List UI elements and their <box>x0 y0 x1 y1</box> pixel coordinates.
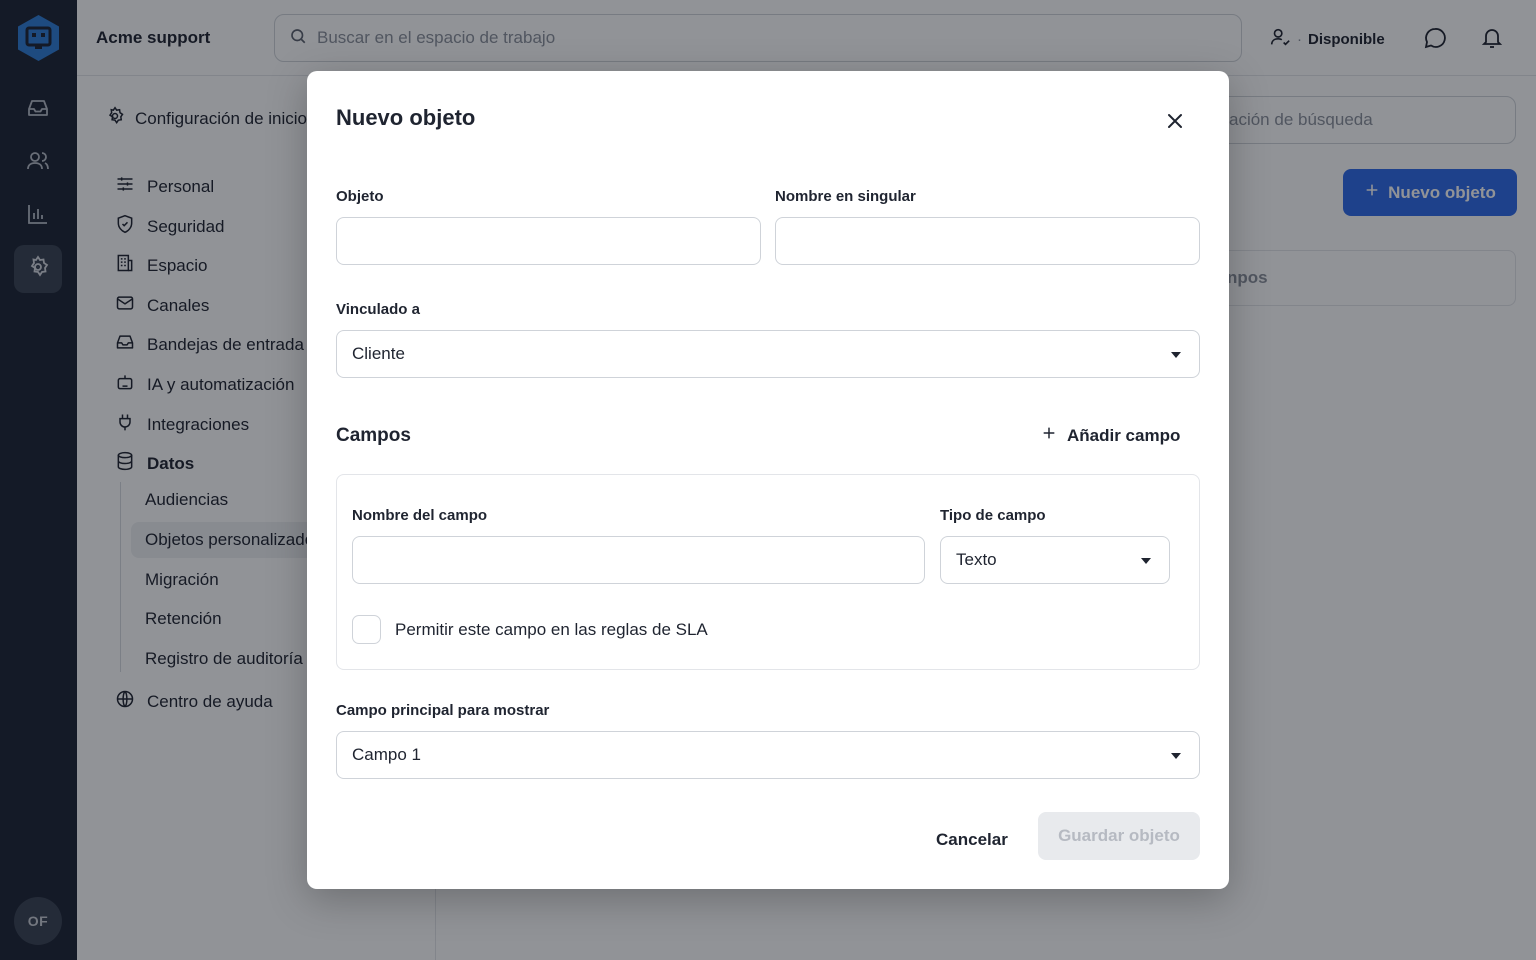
field-name-label: Nombre del campo <box>352 507 488 524</box>
caret-down-icon <box>1171 753 1181 759</box>
field-type-label: Tipo de campo <box>940 507 1046 524</box>
cancel-button[interactable]: Cancelar <box>922 826 1022 854</box>
field-type-value: Texto <box>956 550 997 569</box>
linked-to-select[interactable]: Cliente <box>336 330 1200 378</box>
sla-checkbox[interactable] <box>352 615 381 644</box>
object-label: Objeto <box>336 188 384 205</box>
field-card: Nombre del campo Tipo de campo Texto Per… <box>336 474 1200 670</box>
fields-section-title: Campos <box>336 425 411 446</box>
add-field-button[interactable]: Añadir campo <box>1041 425 1180 446</box>
linked-to-value: Cliente <box>352 344 405 363</box>
primary-field-value: Campo 1 <box>352 745 421 764</box>
primary-field-label: Campo principal para mostrar <box>336 702 550 719</box>
singular-name-input[interactable] <box>775 217 1200 265</box>
save-object-button[interactable]: Guardar objeto <box>1038 812 1200 860</box>
caret-down-icon <box>1171 352 1181 358</box>
close-icon <box>1166 112 1184 135</box>
field-name-input[interactable] <box>352 536 925 584</box>
dialog-title: Nuevo objeto <box>336 105 476 130</box>
singular-name-label: Nombre en singular <box>775 188 916 205</box>
primary-field-select[interactable]: Campo 1 <box>336 731 1200 779</box>
add-field-label: Añadir campo <box>1067 425 1181 445</box>
new-object-dialog: Nuevo objeto Objeto Nombre en singular V… <box>307 71 1229 889</box>
sla-checkbox-label[interactable]: Permitir este campo en las reglas de SLA <box>395 620 708 640</box>
plus-icon <box>1041 425 1057 446</box>
close-button[interactable] <box>1163 111 1187 135</box>
linked-to-label: Vinculado a <box>336 301 420 318</box>
field-type-select[interactable]: Texto <box>940 536 1170 584</box>
object-input[interactable] <box>336 217 761 265</box>
caret-down-icon <box>1141 558 1151 564</box>
